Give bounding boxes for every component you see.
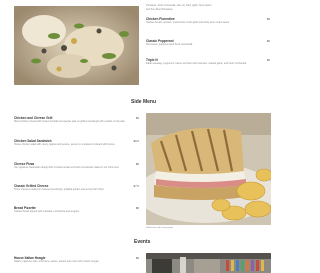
events-photo-graphic <box>146 253 271 273</box>
side-menu-heading: Side Menu <box>131 99 157 105</box>
top-right-line-1: Tomatoes, fresh mozzarella, olive oil, b… <box>146 4 212 7</box>
menu-item-price: $9 <box>266 17 270 21</box>
menu-item-classic-grilled-cheese[interactable]: Classic Grilled Cheese Three cheeses mel… <box>14 184 139 191</box>
menu-item-house-italian-hoagie[interactable]: House Italian Hoagie Salami, capicola, h… <box>14 256 139 263</box>
menu-item-desc: Our signature Neapolitan dough with crus… <box>14 166 120 169</box>
menu-item-desc: Chicken breast, spinach, mushrooms, fres… <box>146 21 230 24</box>
menu-item-triple-n[interactable]: Triple N Italian sausage, pepperoni, bac… <box>146 58 270 65</box>
menu-item-desc: Salami, capicola, ham, provolone, lettuc… <box>14 260 100 263</box>
menu-item-desc: House chicken salad with celery, grapes … <box>14 143 116 146</box>
menu-item-price: $7.5 <box>133 184 139 188</box>
menu-item-desc: Three cheeses melted on buttered sourdou… <box>14 188 105 191</box>
pizza-photo <box>14 6 139 85</box>
events-heading: Events <box>134 239 151 245</box>
menu-item-desc: Red sauce, pepperoni and fresh mozzarell… <box>146 43 193 46</box>
menu-item-price: $9.5 <box>133 139 139 143</box>
menu-item-chicken-salad-sandwich[interactable]: Chicken Salad Sandwich House chicken sal… <box>14 139 139 146</box>
menu-item-chicken-cheese-grill[interactable]: Chicken and Cheese Grill Sliced chicken … <box>14 116 139 123</box>
menu-item-desc: Sliced chicken breast with melted chedda… <box>14 120 126 123</box>
menu-item-desc: Toasted bread topped with marinara, mozz… <box>14 210 80 213</box>
photo-caption: Grilled ham and cheese panini <box>146 227 174 229</box>
menu-item-cheese-pizza[interactable]: Cheese Pizza Our signature Neapolitan do… <box>14 162 139 169</box>
top-right-line-2: and Sun-Dried Tomatoes. <box>146 8 174 11</box>
menu-item-bread-pizzette[interactable]: Bread Pizzette Toasted bread topped with… <box>14 206 139 213</box>
menu-item-price: $8 <box>135 206 139 210</box>
menu-item-desc: Italian sausage, pepperoni, bacon and ha… <box>146 62 247 65</box>
pizza-photo-graphic <box>14 6 139 85</box>
menu-item-price: $8 <box>135 162 139 166</box>
menu-item-chicken-florentine[interactable]: Chicken Florentine Chicken breast, spina… <box>146 17 270 24</box>
menu-item-price: $9 <box>135 256 139 260</box>
menu-item-price: $9 <box>266 58 270 62</box>
menu-item-price: $9 <box>266 39 270 43</box>
panini-photo <box>146 113 271 225</box>
panini-photo-graphic <box>146 113 271 225</box>
menu-item-price: $9 <box>135 116 139 120</box>
events-photo <box>146 253 271 273</box>
menu-item-classic-pepperoni[interactable]: Classic Pepperoni Red sauce, pepperoni a… <box>146 39 270 46</box>
